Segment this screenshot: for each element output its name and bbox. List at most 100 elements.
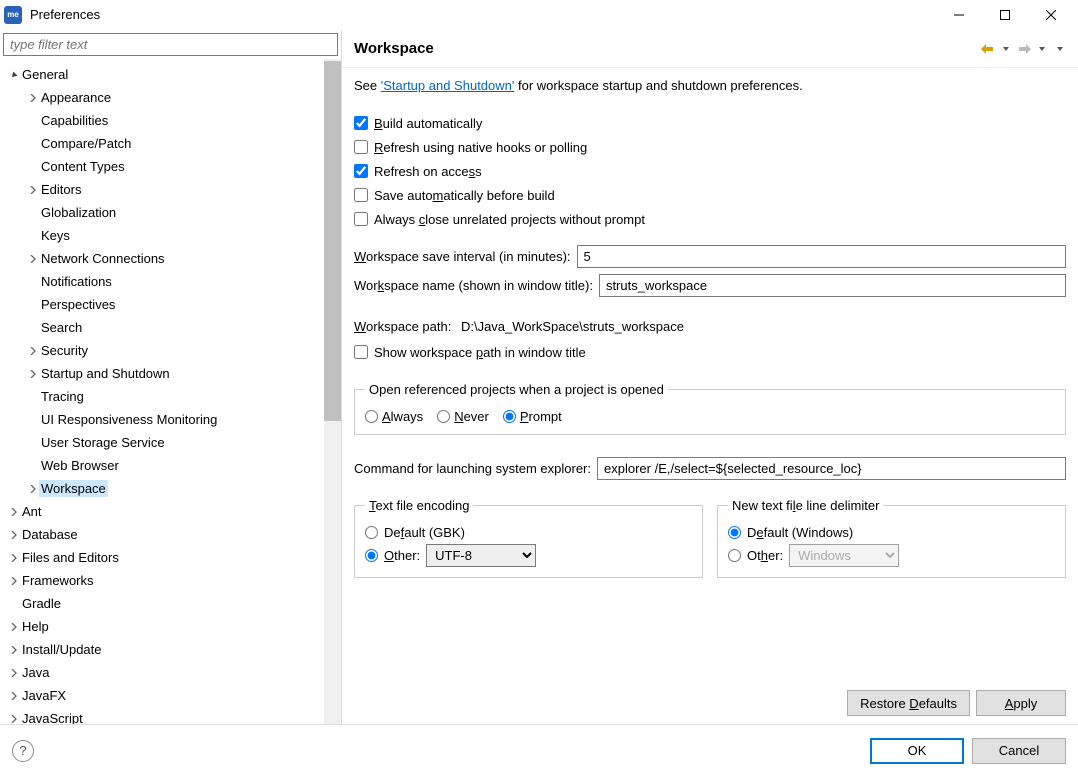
tree-item-startup-and-shutdown[interactable]: Startup and Shutdown	[0, 362, 341, 385]
chevron-icon[interactable]	[27, 485, 39, 493]
tree-item-label: Capabilities	[39, 112, 110, 129]
menu-icon[interactable]	[1052, 41, 1068, 57]
tree-item-globalization[interactable]: Globalization	[0, 201, 341, 224]
refresh-native-checkbox[interactable]	[354, 140, 368, 154]
tree-item-label: Install/Update	[20, 641, 104, 658]
tree-item-ui-responsiveness-monitoring[interactable]: UI Responsiveness Monitoring	[0, 408, 341, 431]
tree-item-java[interactable]: Java	[0, 661, 341, 684]
chevron-icon[interactable]	[8, 669, 20, 677]
delimiter-default-row[interactable]: Default (Windows)	[728, 525, 1055, 540]
tree-item-label: Java	[20, 664, 51, 681]
tree-item-gradle[interactable]: Gradle	[0, 592, 341, 615]
scrollbar-thumb[interactable]	[324, 61, 341, 421]
tree-item-user-storage-service[interactable]: User Storage Service	[0, 431, 341, 454]
check-close-unrelated[interactable]: Always close unrelated projects without …	[354, 207, 1066, 231]
check-build-automatically[interactable]: Build automatically	[354, 111, 1066, 135]
tree-item-network-connections[interactable]: Network Connections	[0, 247, 341, 270]
delimiter-other-label: Other:	[747, 548, 783, 563]
radio-always[interactable]: Always	[365, 409, 423, 424]
dropdown-icon[interactable]	[998, 41, 1014, 57]
tree-item-editors[interactable]: Editors	[0, 178, 341, 201]
chevron-icon[interactable]	[27, 255, 39, 263]
tree-item-database[interactable]: Database	[0, 523, 341, 546]
tree-item-appearance[interactable]: Appearance	[0, 86, 341, 109]
content-panel: Workspace See 'Startup and Shutdown' for…	[342, 30, 1078, 724]
ok-button[interactable]: OK	[870, 738, 964, 764]
tree-item-tracing[interactable]: Tracing	[0, 385, 341, 408]
check-save-before-build[interactable]: Save automatically before build	[354, 183, 1066, 207]
workspace-name-input[interactable]	[599, 274, 1066, 297]
cancel-button[interactable]: Cancel	[972, 738, 1066, 764]
tree-item-compare-patch[interactable]: Compare/Patch	[0, 132, 341, 155]
tree-item-perspectives[interactable]: Perspectives	[0, 293, 341, 316]
help-icon[interactable]: ?	[12, 740, 34, 762]
nav-back-icon[interactable]	[980, 41, 996, 57]
chevron-icon[interactable]	[8, 715, 20, 723]
chevron-icon[interactable]	[8, 508, 20, 516]
save-interval-input[interactable]	[577, 245, 1066, 268]
tree-item-general[interactable]: General	[0, 63, 341, 86]
apply-button[interactable]: Apply	[976, 690, 1066, 716]
dropdown-icon-2[interactable]	[1034, 41, 1050, 57]
tree-item-label: Keys	[39, 227, 72, 244]
build-auto-checkbox[interactable]	[354, 116, 368, 130]
save-interval-row: Workspace save interval (in minutes):	[354, 245, 1066, 268]
chevron-icon[interactable]	[8, 623, 20, 631]
tree-item-javascript[interactable]: JavaScript	[0, 707, 341, 724]
tree-item-workspace[interactable]: Workspace	[0, 477, 341, 500]
tree-item-web-browser[interactable]: Web Browser	[0, 454, 341, 477]
chevron-icon[interactable]	[8, 577, 20, 585]
check-refresh-native[interactable]: Refresh using native hooks or polling	[354, 135, 1066, 159]
tree-item-help[interactable]: Help	[0, 615, 341, 638]
chevron-icon[interactable]	[27, 186, 39, 194]
encoding-other-row[interactable]: Other: UTF-8	[365, 544, 692, 567]
tree-item-label: General	[20, 66, 70, 83]
check-show-path[interactable]: Show workspace path in window title	[354, 340, 1066, 364]
tree-item-javafx[interactable]: JavaFX	[0, 684, 341, 707]
refresh-access-checkbox[interactable]	[354, 164, 368, 178]
encoding-select[interactable]: UTF-8	[426, 544, 536, 567]
tree-item-frameworks[interactable]: Frameworks	[0, 569, 341, 592]
check-refresh-access[interactable]: Refresh on access	[354, 159, 1066, 183]
tree-item-security[interactable]: Security	[0, 339, 341, 362]
intro-text: See 'Startup and Shutdown' for workspace…	[354, 78, 1066, 93]
tree-item-content-types[interactable]: Content Types	[0, 155, 341, 178]
tree-item-label: Startup and Shutdown	[39, 365, 172, 382]
chevron-icon[interactable]	[27, 347, 39, 355]
radio-never[interactable]: Never	[437, 409, 489, 424]
startup-shutdown-link[interactable]: 'Startup and Shutdown'	[381, 78, 515, 93]
explorer-cmd-input[interactable]	[597, 457, 1066, 480]
preference-tree[interactable]: General Appearance Capabilities Compare/Pat…	[0, 59, 341, 724]
tree-item-capabilities[interactable]: Capabilities	[0, 109, 341, 132]
chevron-icon[interactable]	[8, 531, 20, 539]
tree-scrollbar[interactable]	[324, 59, 341, 724]
filter-input[interactable]	[3, 33, 338, 56]
nav-forward-icon[interactable]	[1016, 41, 1032, 57]
delimiter-other-row[interactable]: Other: Windows	[728, 544, 1055, 567]
tree-item-install-update[interactable]: Install/Update	[0, 638, 341, 661]
encoding-default-row[interactable]: Default (GBK)	[365, 525, 692, 540]
chevron-icon[interactable]	[8, 692, 20, 700]
minimize-button[interactable]	[936, 0, 982, 30]
chevron-icon[interactable]	[27, 370, 39, 378]
tree-item-ant[interactable]: Ant	[0, 500, 341, 523]
tree-item-label: Ant	[20, 503, 44, 520]
tree-item-keys[interactable]: Keys	[0, 224, 341, 247]
restore-defaults-button[interactable]: Restore Defaults	[847, 690, 970, 716]
tree-item-files-and-editors[interactable]: Files and Editors	[0, 546, 341, 569]
close-unrelated-checkbox[interactable]	[354, 212, 368, 226]
chevron-icon[interactable]	[27, 94, 39, 102]
chevron-icon[interactable]	[8, 554, 20, 562]
close-button[interactable]	[1028, 0, 1074, 30]
tree-item-notifications[interactable]: Notifications	[0, 270, 341, 293]
show-path-checkbox[interactable]	[354, 345, 368, 359]
save-before-build-checkbox[interactable]	[354, 188, 368, 202]
maximize-button[interactable]	[982, 0, 1028, 30]
tree-item-search[interactable]: Search	[0, 316, 341, 339]
chevron-icon[interactable]	[8, 646, 20, 654]
main-area: General Appearance Capabilities Compare/Pat…	[0, 30, 1078, 724]
radio-prompt[interactable]: Prompt	[503, 409, 562, 424]
tree-item-label: Web Browser	[39, 457, 121, 474]
chevron-icon[interactable]	[8, 71, 20, 79]
window-controls	[936, 0, 1074, 30]
